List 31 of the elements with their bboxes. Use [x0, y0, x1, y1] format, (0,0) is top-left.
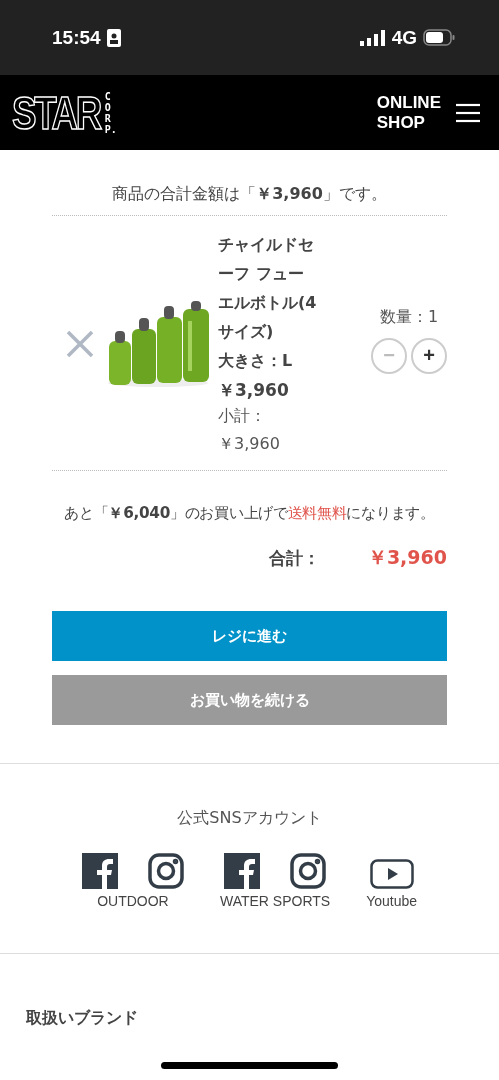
quantity-label: 数量：1 — [379, 306, 439, 328]
sns-title: 公式SNSアカウント — [177, 808, 322, 829]
youtube-icon[interactable] — [369, 859, 414, 889]
menu-icon[interactable] — [455, 102, 481, 123]
brands-heading: 取扱いブランド — [26, 1008, 139, 1029]
subtotal-value: ￥3,960 — [218, 433, 281, 455]
sns-label: OUTDOOR — [97, 893, 169, 909]
increase-button[interactable]: + — [411, 337, 447, 374]
cart-summary: 商品の合計金額は「￥3,960」です。 — [52, 150, 447, 216]
facebook-icon[interactable] — [81, 853, 118, 889]
signal-icon — [359, 29, 386, 46]
sns-label: WATER SPORTS — [219, 893, 331, 909]
sns-label: Youtube — [366, 893, 418, 909]
id-card-icon — [106, 28, 121, 47]
total-value: ￥3,960 — [367, 545, 447, 570]
instagram-icon[interactable] — [290, 853, 327, 889]
logo-subtext: CORP. — [104, 90, 115, 135]
shipping-note: あと「￥6,040」のお買い上げで送料無料になります。 — [63, 503, 436, 524]
status-time: 15:54 — [52, 26, 101, 49]
subtotal-label: 小計： — [218, 405, 267, 427]
instagram-icon[interactable] — [147, 853, 184, 889]
shop-title: ONLINE SHOP — [376, 92, 441, 133]
product-name[interactable]: チャイルドセーフ フューエルボトル(4サイズ) — [218, 230, 318, 346]
logo-text[interactable]: STAR — [12, 89, 100, 136]
product-option: 大きさ：L — [218, 346, 318, 375]
checkout-button[interactable]: レジに進む — [52, 611, 447, 661]
facebook-icon[interactable] — [224, 853, 261, 889]
total-label: 合計： — [268, 546, 320, 570]
network-label: 4G — [391, 26, 417, 49]
battery-icon — [423, 29, 455, 46]
product-price: ￥3,960 — [218, 379, 290, 402]
